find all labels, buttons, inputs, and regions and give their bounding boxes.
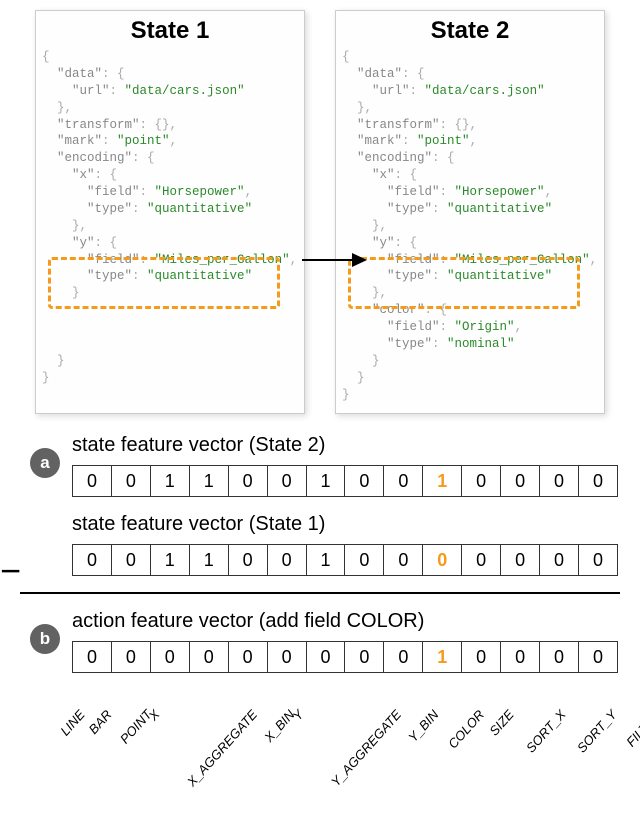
badge-a: a [30,448,60,478]
vector-cell: 0 [501,544,540,576]
vector-cell: 0 [579,641,618,673]
state-1-json: { "data": { "url": "data/cars.json" }, "… [42,49,298,387]
vector-cell: 0 [268,544,307,576]
vector-cell: 0 [540,641,579,673]
vector-cell: 1 [190,465,229,497]
vector-cell: 0 [384,641,423,673]
vector-cell: 0 [579,465,618,497]
vector-cell: 0 [423,544,462,576]
state-1-vector: 00110010000000 [72,544,618,576]
vector-cell: 0 [229,544,268,576]
vector-cell: 0 [540,465,579,497]
state-2-json: { "data": { "url": "data/cars.json" }, "… [342,49,598,403]
vector-cell: 0 [72,544,112,576]
vector-cell: 0 [501,465,540,497]
vector-cell: 0 [112,641,151,673]
state-1-panel: State 1 { "data": { "url": "data/cars.js… [35,10,305,414]
vector-cell: 1 [151,544,190,576]
state-1-title: State 1 [42,17,298,45]
vector-cell: 0 [268,641,307,673]
section-b: b action feature vector (add field COLOR… [0,610,640,773]
vector-cell: 0 [268,465,307,497]
vector-cell: 0 [229,641,268,673]
vector-cell: 0 [112,465,151,497]
transition-arrow [302,248,367,272]
state-2-panel: State 2 { "data": { "url": "data/cars.js… [335,10,605,414]
vector-cell: 1 [307,465,346,497]
vector-cell: 0 [72,641,112,673]
section-divider [20,592,620,594]
vector-cell: 0 [345,544,384,576]
vector-cell: 0 [501,641,540,673]
vector-cell: 0 [384,544,423,576]
section-a-title-2: state feature vector (State 1) [72,513,612,536]
vector-cell: 0 [345,641,384,673]
minus-icon: − [0,550,21,592]
vector-cell: 1 [151,465,190,497]
vector-cell: 0 [540,544,579,576]
vector-cell: 1 [423,641,462,673]
state-2-title: State 2 [342,17,598,45]
states-row: State 1 { "data": { "url": "data/cars.js… [0,0,640,414]
column-labels: LINEBARPOINTXX_AGGREGATEX_BINYY_AGGREGAT… [72,683,618,773]
vector-cell: 1 [190,544,229,576]
vector-cell: 0 [384,465,423,497]
vector-cell: 0 [462,465,501,497]
vector-cell: 0 [112,544,151,576]
section-a-title-1: state feature vector (State 2) [72,434,612,457]
section-b-title: action feature vector (add field COLOR) [72,610,612,633]
state-2-vector: 00110010010000 [72,465,618,497]
vector-cell: 0 [151,641,190,673]
action-vector: 00000000010000 [72,641,618,673]
badge-b: b [30,624,60,654]
vector-cell: 0 [579,544,618,576]
section-a: a state feature vector (State 2) 0011001… [0,434,640,576]
vector-cell: 0 [72,465,112,497]
vector-cell: 0 [307,641,346,673]
vector-cell: 0 [345,465,384,497]
vector-cell: 0 [462,544,501,576]
vector-cell: 1 [307,544,346,576]
vector-cell: 0 [190,641,229,673]
vector-cell: 1 [423,465,462,497]
vector-cell: 0 [229,465,268,497]
vector-cell: 0 [462,641,501,673]
